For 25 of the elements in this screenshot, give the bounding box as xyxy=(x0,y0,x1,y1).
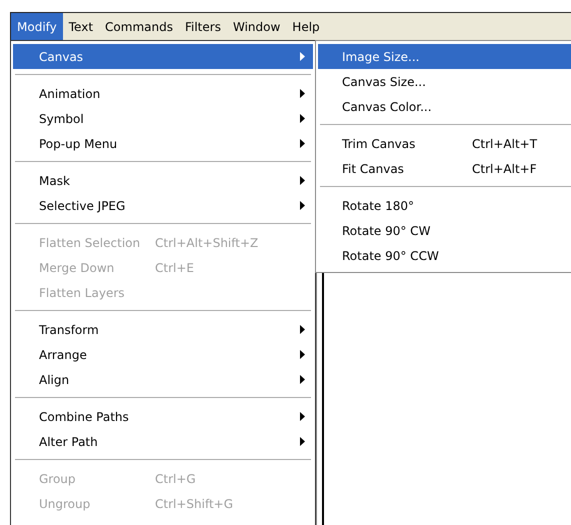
menu-item[interactable]: Animation xyxy=(13,81,313,106)
menu-item[interactable]: Canvas xyxy=(13,44,313,69)
menu-bar-item[interactable]: Help xyxy=(286,13,326,40)
menu-item[interactable]: Trim Canvas Ctrl+Alt+T xyxy=(318,131,571,156)
menu-item[interactable]: Fit Canvas Ctrl+Alt+F xyxy=(318,156,571,181)
menu-item[interactable]: Align xyxy=(13,367,313,392)
menu-item[interactable]: Rotate 180° xyxy=(318,193,571,218)
menu-item[interactable]: Rotate 90° CW xyxy=(318,218,571,243)
menu-item[interactable]: Image Size... xyxy=(318,44,571,69)
menu-item[interactable]: Mask xyxy=(13,168,313,193)
menu-item[interactable]: Pop-up Menu xyxy=(13,131,313,156)
menu-bar-item[interactable]: Commands xyxy=(99,13,179,40)
menu-item[interactable]: Rotate 90° CCW xyxy=(318,243,571,268)
menu-item[interactable]: Symbol xyxy=(13,106,313,131)
menu-bar-item[interactable]: Filters xyxy=(178,13,227,40)
menu-bar-item[interactable]: Modify xyxy=(11,13,63,40)
menu-item[interactable]: Combine Paths xyxy=(13,404,313,429)
menu-item[interactable]: Canvas Size... xyxy=(318,69,571,94)
menu-item[interactable]: Selective JPEG xyxy=(13,193,313,218)
menu-item[interactable]: Alter Path xyxy=(13,429,313,454)
menu-bar-item[interactable]: Text xyxy=(62,13,100,40)
menu-item[interactable]: Transform xyxy=(13,317,313,342)
menu-item[interactable]: Arrange xyxy=(13,342,313,367)
menu-bar-item[interactable]: Window xyxy=(226,13,286,40)
menu-item[interactable]: Canvas Color... xyxy=(318,94,571,119)
